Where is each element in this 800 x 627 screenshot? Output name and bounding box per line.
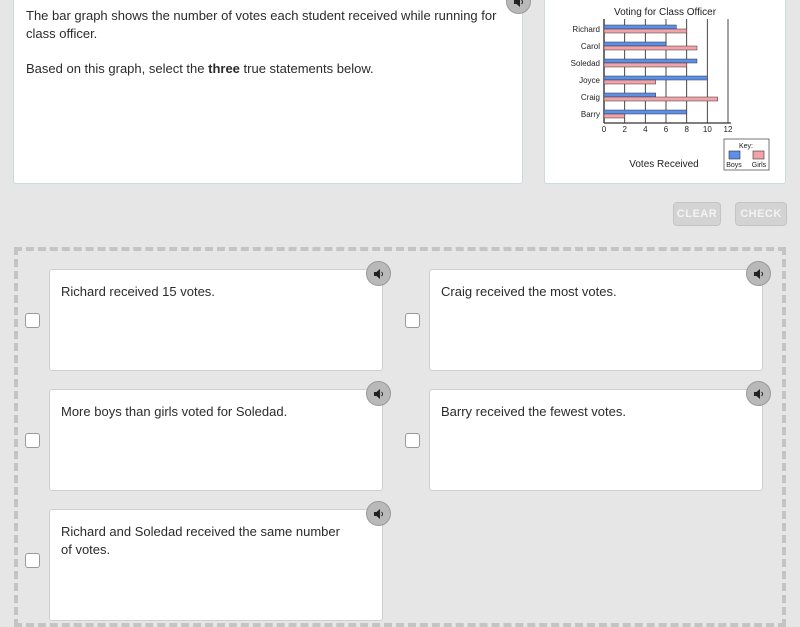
option-checkbox[interactable] xyxy=(25,433,40,448)
instruction-emphasis: three xyxy=(208,61,240,76)
answer-option[interactable]: Barry received the fewest votes. xyxy=(429,381,771,491)
option-checkbox[interactable] xyxy=(25,313,40,328)
answer-option[interactable]: More boys than girls voted for Soledad. xyxy=(49,381,391,491)
option-audio-button[interactable] xyxy=(746,381,771,406)
answer-option[interactable]: Richard and Soledad received the same nu… xyxy=(49,501,391,621)
y-tick-label: Soledad xyxy=(571,59,600,68)
bar-girls-richard xyxy=(603,28,687,34)
clear-button[interactable]: CLEAR xyxy=(673,202,721,226)
x-axis-label: Votes Received xyxy=(629,159,699,170)
bar-girls-joyce xyxy=(603,79,656,85)
y-tick-label: Joyce xyxy=(579,76,600,85)
prompt-card: The bar graph shows the number of votes … xyxy=(13,0,531,184)
legend-label-girls: Girls xyxy=(752,162,767,169)
x-tick-label: 10 xyxy=(703,125,712,134)
bar-girls-barry xyxy=(603,113,625,119)
bar-boys-barry xyxy=(603,109,687,115)
x-tick-label: 2 xyxy=(622,125,627,134)
x-tick-label: 12 xyxy=(724,125,733,134)
bar-girls-soledad xyxy=(603,62,687,68)
graph-card: Voting for Class Officer Richard Carol Sol… xyxy=(544,0,786,184)
chart-title: Voting for Class Officer xyxy=(614,7,717,18)
prompt-text: The bar graph shows the number of votes … xyxy=(26,8,497,41)
speaker-icon xyxy=(513,0,523,7)
speaker-icon xyxy=(373,388,383,399)
speaker-icon xyxy=(373,508,383,519)
bar-boys-carol xyxy=(603,41,667,47)
legend-label-boys: Boys xyxy=(726,162,742,169)
option-checkbox[interactable] xyxy=(405,313,420,328)
y-tick-label: Barry xyxy=(581,110,600,119)
option-audio-button[interactable] xyxy=(746,261,771,286)
y-tick-label: Craig xyxy=(581,93,600,102)
option-text: Richard and Soledad received the same nu… xyxy=(61,524,340,557)
legend-title: Key: xyxy=(739,143,753,150)
speaker-icon xyxy=(373,268,383,279)
legend-swatch-boys xyxy=(728,150,741,160)
prompt-audio-button[interactable] xyxy=(506,0,531,14)
y-tick-label: Carol xyxy=(581,42,600,51)
answer-option[interactable]: Richard received 15 votes. xyxy=(49,261,391,371)
option-text: Barry received the fewest votes. xyxy=(441,404,626,419)
speaker-icon xyxy=(753,388,763,399)
option-checkbox[interactable] xyxy=(25,553,40,568)
bar-boys-richard xyxy=(603,24,677,30)
x-tick-label: 8 xyxy=(684,125,689,134)
y-tick-label: Richard xyxy=(572,25,600,34)
option-checkbox[interactable] xyxy=(405,433,420,448)
bar-boys-craig xyxy=(603,92,656,98)
check-button[interactable]: CHECK xyxy=(735,202,787,226)
speaker-icon xyxy=(753,268,763,279)
prompt-instruction: Based on this graph, select the three tr… xyxy=(26,60,506,78)
option-text: More boys than girls voted for Soledad. xyxy=(61,404,288,419)
x-tick-label: 0 xyxy=(602,125,607,134)
answer-option[interactable]: Craig received the most votes. xyxy=(429,261,771,371)
instruction-text-end: true statements below. xyxy=(239,61,374,76)
bar-girls-craig xyxy=(603,96,718,102)
option-audio-button[interactable] xyxy=(366,381,391,406)
bar-boys-soledad xyxy=(603,58,698,64)
bar-chart: Voting for Class Officer Richard Carol Sol… xyxy=(571,7,770,171)
legend-swatch-girls xyxy=(752,150,765,160)
x-tick-label: 4 xyxy=(643,125,648,134)
x-tick-label: 6 xyxy=(664,125,669,134)
bar-boys-joyce xyxy=(603,75,708,81)
option-text: Richard received 15 votes. xyxy=(61,284,215,299)
legend: Key: Boys Girls xyxy=(723,138,770,171)
option-audio-button[interactable] xyxy=(366,261,391,286)
option-text: Craig received the most votes. xyxy=(441,284,617,299)
option-audio-button[interactable] xyxy=(366,501,391,526)
bar-girls-carol xyxy=(603,45,698,51)
instruction-text: Based on this graph, select the xyxy=(26,61,209,76)
